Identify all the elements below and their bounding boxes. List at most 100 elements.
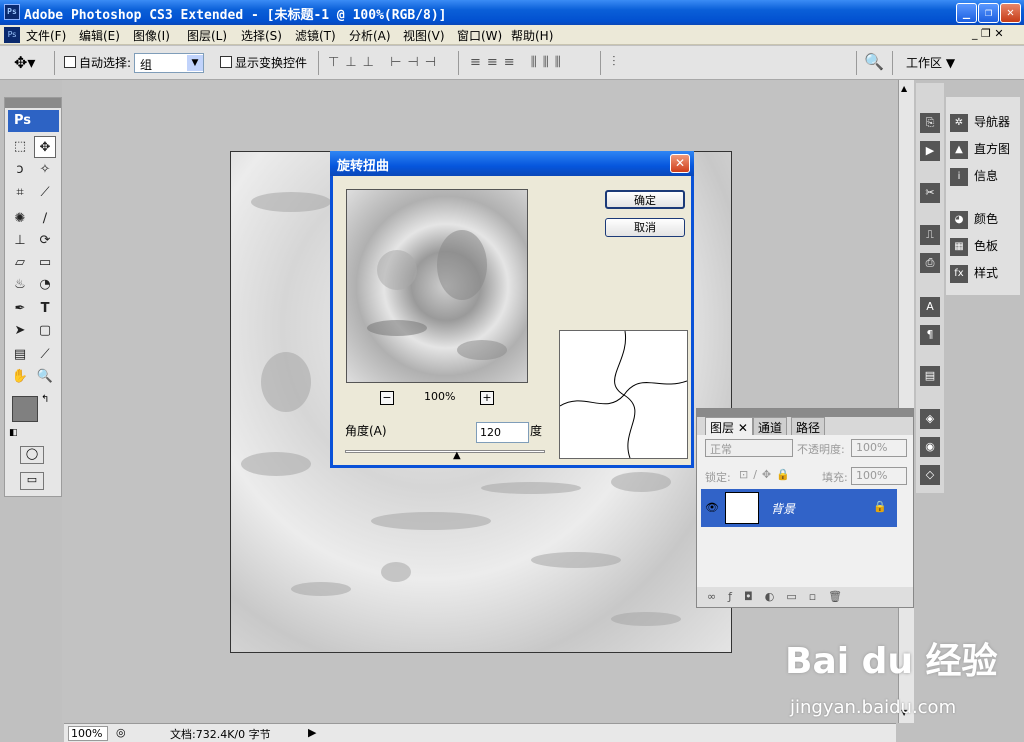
gradient-tool-icon[interactable]: ▭ [34,252,56,274]
panel-color[interactable]: ◕ 颜色 [950,210,1020,232]
menu-file[interactable]: 文件(F) [26,27,66,44]
zoom-field[interactable]: 100% [68,726,108,741]
foreground-color-swatch[interactable] [12,396,38,422]
move-tool-icon[interactable]: ✥▾ [14,53,35,72]
quick-mask-icon[interactable]: ◯ [20,446,44,464]
menu-filter[interactable]: 滤镜(T) [295,27,336,44]
menu-edit[interactable]: 编辑(E) [79,27,120,44]
document-icon[interactable]: Ps [4,27,20,43]
default-colors-icon[interactable]: ◧ [9,428,18,438]
menu-analysis[interactable]: 分析(A) [349,27,391,44]
menu-help[interactable]: 帮助(H) [511,27,553,44]
lock-label: 锁定: [705,471,731,484]
auto-select-checkbox[interactable] [64,56,76,68]
angle-slider-track[interactable] [345,450,545,453]
swap-colors-icon[interactable]: ↰ [41,394,49,405]
lock-icons[interactable]: ⊡∕✥🔒 [739,468,795,481]
eraser-tool-icon[interactable]: ▱ [9,252,31,274]
brush-tool-icon[interactable]: ∕ [34,208,56,230]
tab-paths[interactable]: 路径 [791,417,826,435]
status-bar: 100% ◎ 文档:732.4K/0 字节 ▶ [64,723,896,742]
menu-window[interactable]: 窗口(W) [457,27,502,44]
paragraph-icon[interactable]: ¶ [920,325,940,345]
panel-header[interactable] [697,409,913,417]
history-brush-icon[interactable]: ⟳ [34,230,56,252]
magic-wand-icon[interactable]: ✧ [34,159,56,181]
character-icon[interactable]: A [920,297,940,317]
layers-icon[interactable]: ◈ [920,409,940,429]
crop-tool-icon[interactable]: ⌗ [9,182,31,204]
menu-image[interactable]: 图像(I) [133,27,170,44]
ps-logo: Ps [8,110,59,132]
zoom-tool-icon[interactable]: 🔍 [34,366,56,388]
status-arrow-icon[interactable]: ▶ [308,726,316,739]
filter-preview[interactable] [346,189,528,383]
auto-align-icon[interactable]: ⫶ [612,54,616,70]
notes-tool-icon[interactable]: ▤ [9,344,31,366]
pen-tool-icon[interactable]: ✒ [9,298,31,320]
menu-select[interactable]: 选择(S) [241,27,282,44]
dialog-close-button[interactable]: ✕ [670,154,690,173]
type-tool-icon[interactable]: T [34,298,56,320]
twirl-curve-graphic [559,330,688,459]
distribute-buttons[interactable]: ≡≡≡ ⫼⫼⫼ [470,55,567,70]
channels-icon[interactable]: ◉ [920,437,940,457]
eye-icon[interactable]: 👁 [705,501,719,514]
notes-icon[interactable]: ▤ [920,366,940,386]
eyedropper-icon[interactable]: ⟋ [34,344,56,366]
workspace-menu[interactable]: 工作区 ▼ [906,54,955,71]
path-select-icon[interactable]: ➤ [9,320,31,342]
shape-tool-icon[interactable]: ▢ [34,320,56,342]
fill-field[interactable]: 100% [851,467,907,485]
vertical-scrollbar[interactable]: ▲ ▼ [898,80,914,723]
clone-source-icon[interactable]: ⎙ [920,253,940,273]
cancel-button[interactable]: 取消 [605,218,685,237]
ok-button[interactable]: 确定 [605,190,685,209]
panel-histogram[interactable]: ▲ 直方图 [950,140,1020,162]
show-transform-checkbox[interactable] [220,56,232,68]
layer-actions-bar[interactable]: ∞ƒ◘◐▭▫🗑 [697,587,913,607]
align-buttons[interactable]: ⊤⊥⊥ ⊢⊣⊣ [328,55,442,70]
menu-view[interactable]: 视图(V) [403,27,445,44]
dodge-tool-icon[interactable]: ◔ [34,274,56,296]
healing-brush-icon[interactable]: ✺ [9,208,31,230]
zoom-in-button[interactable]: + [480,391,494,405]
hand-tool-icon[interactable]: ✋ [9,366,31,388]
zoom-out-button[interactable]: − [380,391,394,405]
angle-input[interactable] [476,422,529,443]
move-tool-icon[interactable]: ✥ [34,136,56,158]
clone-stamp-icon[interactable]: ⊥ [9,230,31,252]
tool-presets-icon[interactable]: ✂ [920,183,940,203]
panel-info[interactable]: i 信息 [950,167,1020,189]
slice-tool-icon[interactable]: ⟋ [34,182,56,204]
window-title: Adobe Photoshop CS3 Extended - [未标题-1 @ … [24,8,447,23]
bridge-icon[interactable]: 🔍 [864,52,884,71]
screen-mode-icon[interactable]: ▭ [20,472,44,490]
paths-icon[interactable]: ◇ [920,465,940,485]
blend-mode-dropdown[interactable]: 正常 [705,439,793,457]
menu-layer[interactable]: 图层(L) [187,27,227,44]
tab-layers[interactable]: 图层 ✕ [705,417,753,435]
separator [892,51,893,75]
auto-select-dropdown[interactable]: 组 ▼ [134,53,204,73]
lasso-tool-icon[interactable]: ↄ [9,159,31,181]
history-icon[interactable]: ⎘ [920,113,940,133]
status-menu-icon[interactable]: ◎ [116,726,126,739]
layer-row-background[interactable]: 👁 背景 🔒 [701,489,897,527]
close-button[interactable]: ✕ [1000,3,1021,23]
angle-slider-thumb[interactable]: ▲ [453,450,461,461]
restore-button[interactable]: ❐ [978,3,999,23]
marquee-tool-icon[interactable]: ⬚ [9,136,31,158]
panel-swatches[interactable]: ▦ 色板 [950,237,1020,259]
minimize-button[interactable]: _ [956,3,977,23]
blur-tool-icon[interactable]: ♨ [9,274,31,296]
opacity-field[interactable]: 100% [851,439,907,457]
scroll-up-icon[interactable]: ▲ [901,84,907,93]
panel-styles[interactable]: fx 样式 [950,264,1020,286]
panel-navigator[interactable]: ✲ 导航器 [950,113,1020,135]
actions-icon[interactable]: ▶ [920,141,940,161]
toolbox-header[interactable] [5,98,61,108]
tab-channels[interactable]: 通道 [753,417,788,435]
doc-window-controls[interactable]: _ ❐ ✕ [972,27,1004,40]
brushes-icon[interactable]: ⎍ [920,225,940,245]
